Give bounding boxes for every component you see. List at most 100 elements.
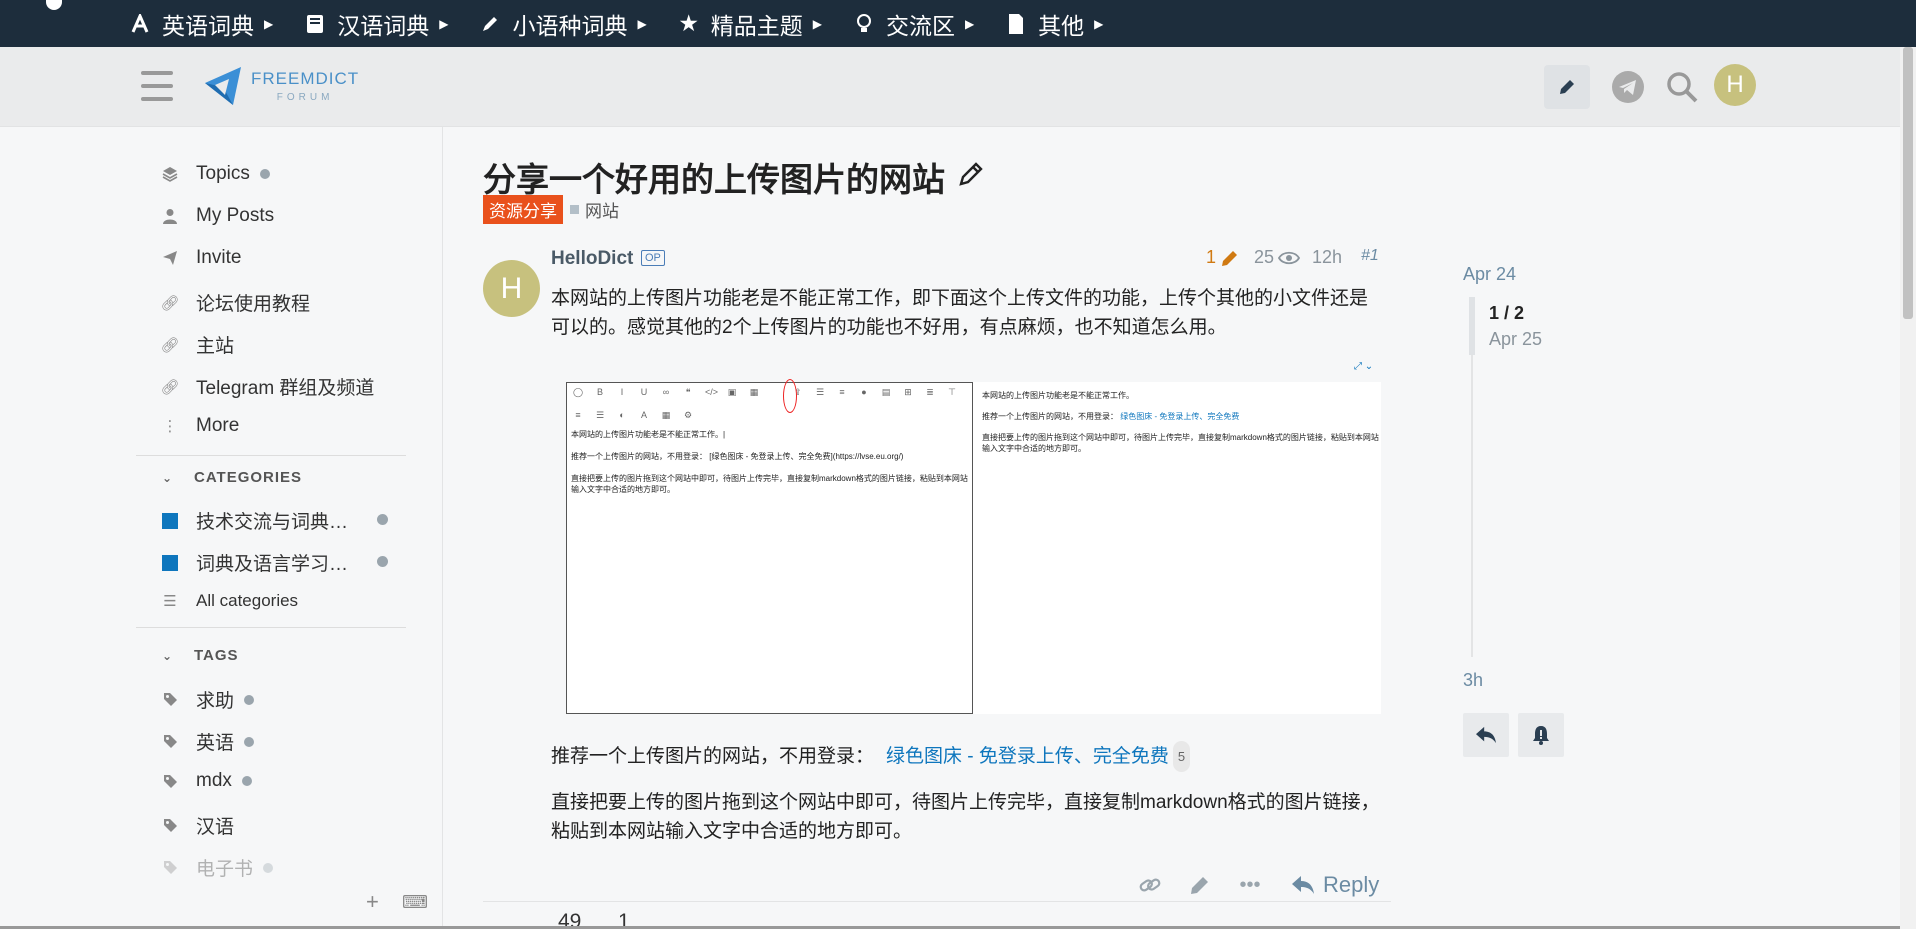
top-nav-bar: 英语词典 ▶ 汉语词典 ▶ 小语种词典 ▶ ★ 精品主题 ▶ 交流区 ▶ 其他 …	[0, 0, 1916, 47]
caret-right-icon: ▶	[264, 16, 274, 31]
caret-right-icon: ▶	[1094, 16, 1104, 31]
timeline-end-label[interactable]: 3h	[1463, 670, 1483, 691]
post-number[interactable]: #1	[1361, 247, 1379, 265]
timeline-start-date[interactable]: Apr 24	[1463, 264, 1516, 285]
sidebar-item-label: 汉语	[196, 817, 235, 838]
unread-dot	[244, 694, 255, 705]
search-icon	[1667, 72, 1698, 103]
user-avatar[interactable]: H	[1714, 64, 1756, 106]
post-author-avatar[interactable]: H	[483, 260, 540, 317]
user-icon	[160, 208, 180, 224]
search-button[interactable]	[1659, 65, 1705, 109]
categories-section-header[interactable]: ⌄ CATEGORIES	[162, 469, 302, 486]
sidebar-item-my-posts[interactable]: My Posts	[160, 205, 274, 227]
link-icon	[1139, 878, 1161, 892]
tags-section-header[interactable]: ⌄ TAGS	[162, 647, 239, 664]
pencil-icon	[1560, 80, 1574, 94]
nav-item-other[interactable]: 其他 ▶	[1004, 7, 1103, 41]
new-topic-button[interactable]	[1544, 65, 1590, 109]
nav-item-minor-language-dict[interactable]: 小语种词典 ▶	[478, 7, 647, 41]
timeline-handle[interactable]	[1469, 297, 1475, 355]
tag-square-icon	[570, 205, 579, 214]
reply-label: Reply	[1323, 872, 1380, 897]
sidebar-category-dictionary[interactable]: 词典及语言学习…	[160, 549, 348, 576]
category-badge[interactable]: 资源分享	[483, 195, 563, 224]
nav-item-label: 交流区	[885, 12, 955, 39]
section-title: CATEGORIES	[194, 469, 303, 486]
notification-level-button[interactable]	[1518, 713, 1564, 757]
sidebar-category-tech[interactable]: 技术交流与词典…	[160, 507, 348, 534]
nav-item-label: 精品主题	[710, 12, 803, 39]
edit-post-button[interactable]	[1175, 868, 1225, 902]
post-age[interactable]: 12h	[1312, 247, 1342, 268]
scrollbar-thumb[interactable]	[1903, 47, 1913, 319]
sidebar-item-label: All categories	[196, 591, 299, 610]
image-preview-text: 推荐一个上传图片的网站，不用登录：	[982, 412, 1118, 421]
sidebar-tag-ebook[interactable]: 电子书	[160, 854, 274, 881]
reply-button[interactable]: Reply	[1291, 872, 1379, 898]
post-edit-history[interactable]: 1	[1206, 247, 1240, 268]
unread-dot	[377, 514, 388, 525]
list-icon: ☰	[163, 593, 177, 610]
nav-item-label: 小语种词典	[512, 12, 628, 39]
unread-dot	[244, 736, 255, 747]
sidebar-tag-english[interactable]: 英语	[160, 728, 255, 755]
nav-item-english-dict[interactable]: 英语词典 ▶	[128, 7, 273, 41]
caret-right-icon: ▶	[964, 16, 975, 31]
image-lightbox-controls[interactable]: ⤢ ⌄	[1354, 361, 1373, 372]
sidebar-item-label: 英语	[196, 733, 235, 754]
post-paragraph-2: 推荐一个上传图片的网站，不用登录： 绿色图床 - 免登录上传、完全免费 5	[551, 741, 1386, 772]
sidebar-item-telegram[interactable]: 🔗︎ Telegram 群组及频道	[160, 373, 374, 400]
sidebar: Topics My Posts Invite 🔗︎ 论坛使用教程 🔗︎ 主站 🔗…	[0, 127, 443, 929]
link-icon: 🔗︎	[160, 336, 180, 354]
reply-icon	[1476, 726, 1496, 744]
post-paragraph-1: 本网站的上传图片功能老是不能正常工作，即下面这个上传文件的功能，上传个其他的小文…	[551, 288, 1369, 338]
sidebar-tag-mdx[interactable]: mdx	[160, 770, 252, 792]
keyboard-shortcuts-button[interactable]: ⌨	[402, 892, 428, 913]
sidebar-item-main-site[interactable]: 🔗︎ 主站	[160, 331, 234, 358]
post-separator	[483, 901, 1391, 902]
nav-item-discussion[interactable]: 交流区 ▶	[852, 7, 974, 41]
telegram-button[interactable]	[1605, 65, 1651, 109]
image-host-link[interactable]: 绿色图床 - 免登录上传、完全免费	[886, 742, 1169, 771]
sidebar-item-topics[interactable]: Topics	[160, 163, 270, 185]
sidebar-item-more[interactable]: ⋮ More	[160, 415, 240, 437]
image-editor-pane: ◯ B I U ∞ ❝ </> ▣ ▦ ⇪ ☰ ≡ ● ▤ ⊞ ≣ ⊤ ≡ ☰ ◐ A ▦ ⚙ 本网站的上传图片功能老是不…	[566, 379, 973, 714]
ellipsis-icon: •••	[1239, 873, 1261, 896]
sidebar-item-label: 论坛使用教程	[196, 294, 311, 315]
freemdict-logo-icon	[205, 67, 241, 105]
share-link-button[interactable]	[1125, 868, 1175, 902]
caret-right-icon: ▶	[439, 16, 449, 31]
image-preview-link: 绿色图床 - 免登录上传、完全免费	[1120, 412, 1240, 421]
sidebar-tag-help[interactable]: 求助	[160, 686, 255, 713]
post-author-name[interactable]: HelloDict	[551, 248, 633, 270]
edit-count: 1	[1206, 247, 1217, 267]
chevron-down-icon: ⌄	[162, 470, 174, 485]
timeline-reply-button[interactable]	[1463, 713, 1509, 757]
topic-tag[interactable]: 网站	[570, 197, 619, 222]
more-actions-button[interactable]: •••	[1225, 868, 1275, 902]
hamburger-menu-icon[interactable]	[141, 71, 173, 101]
sidebar-item-label: 词典及语言学习…	[196, 554, 349, 575]
sidebar-item-invite[interactable]: Invite	[160, 247, 241, 269]
add-section-button[interactable]: +	[366, 889, 379, 915]
lightbulb-icon	[852, 13, 876, 35]
sidebar-all-categories[interactable]: ☰ All categories	[160, 591, 298, 611]
file-icon	[1004, 13, 1028, 35]
nav-item-chinese-dict[interactable]: 汉语词典 ▶	[303, 7, 448, 41]
site-header: FREEMDICT FORUM H	[0, 47, 1900, 127]
star-icon: ★	[678, 10, 700, 36]
sidebar-tag-chinese[interactable]: 汉语	[160, 812, 234, 839]
post-image[interactable]: ◯ B I U ∞ ❝ </> ▣ ▦ ⇪ ☰ ≡ ● ▤ ⊞ ≣ ⊤ ≡ ☰ ◐ A ▦ ⚙ 本网站的上传图片功能老是不…	[566, 379, 1381, 714]
paragraph-text: 推荐一个上传图片的网站，不用登录：	[551, 746, 875, 767]
page-scrollbar[interactable]	[1900, 47, 1916, 929]
nav-item-featured-topics[interactable]: ★ 精品主题 ▶	[677, 7, 822, 41]
sidebar-item-label: Invite	[196, 247, 242, 268]
site-logo[interactable]: FREEMDICT FORUM	[203, 65, 359, 107]
tag-icon	[160, 734, 180, 749]
sidebar-item-forum-tutorial[interactable]: 🔗︎ 论坛使用教程	[160, 289, 310, 316]
sidebar-item-label: 技术交流与词典…	[196, 512, 349, 533]
paper-plane-icon	[160, 250, 180, 266]
link-icon: 🔗︎	[160, 378, 180, 396]
edit-title-icon[interactable]	[957, 158, 985, 196]
